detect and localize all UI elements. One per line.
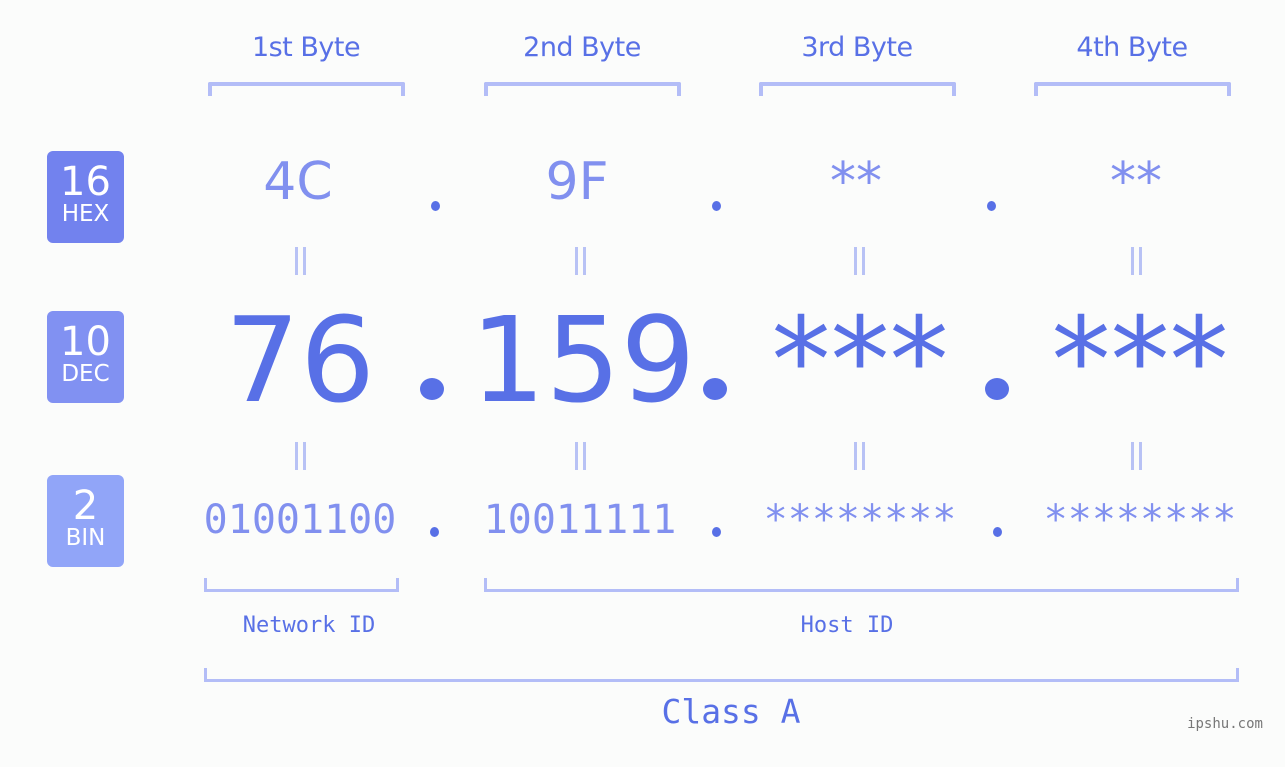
equals-icon (850, 442, 870, 470)
dec-byte-2: 159 (470, 291, 696, 429)
equals-icon (291, 442, 311, 470)
hex-byte-4: ** (1110, 152, 1162, 212)
bin-label: BIN (65, 525, 106, 551)
byte-header-1: 1st Byte (251, 32, 361, 63)
equals-icon (1127, 247, 1147, 275)
bin-byte-1: 01001100 (203, 497, 397, 543)
bin-badge: 2 BIN (47, 475, 124, 567)
equals-icon (1127, 442, 1147, 470)
equals-icon (571, 442, 591, 470)
byte-bracket-3 (759, 82, 956, 96)
class-bracket (204, 668, 1239, 682)
hex-base: 16 (60, 159, 111, 205)
byte-bracket-2 (484, 82, 681, 96)
bin-separator-3 (993, 527, 1002, 537)
hex-byte-2: 9F (545, 152, 609, 212)
equals-icon (291, 247, 311, 275)
bin-byte-2: 10011111 (483, 497, 677, 543)
dec-label: DEC (61, 361, 110, 387)
hex-separator-3 (987, 201, 996, 211)
network-id-label: Network ID (242, 613, 376, 638)
bin-byte-4: ******** (1043, 497, 1237, 543)
equals-icon (850, 247, 870, 275)
byte-bracket-1 (208, 82, 405, 96)
bin-separator-1 (430, 527, 439, 537)
dec-separator-3 (985, 378, 1009, 400)
byte-bracket-4 (1034, 82, 1231, 96)
host-id-bracket (484, 578, 1239, 592)
network-id-bracket (204, 578, 399, 592)
class-label: Class A (661, 692, 801, 731)
byte-header-4: 4th Byte (1076, 32, 1188, 63)
hex-separator-2 (712, 201, 721, 211)
dec-byte-1: 76 (224, 291, 376, 429)
hex-byte-3: ** (830, 152, 882, 212)
hex-separator-1 (431, 201, 440, 211)
bin-byte-3: ******** (763, 497, 957, 543)
bin-base: 2 (72, 483, 99, 529)
hex-byte-1: 4C (263, 152, 333, 212)
byte-header-2: 2nd Byte (523, 32, 641, 63)
equals-icon (571, 247, 591, 275)
dec-base: 10 (60, 319, 111, 365)
host-id-label: Host ID (800, 613, 894, 638)
dec-badge: 10 DEC (47, 311, 124, 403)
watermark: ipshu.com (1187, 716, 1263, 732)
hex-badge: 16 HEX (47, 151, 124, 243)
bin-separator-2 (712, 527, 721, 537)
dec-byte-4: *** (1051, 291, 1229, 429)
dec-separator-2 (703, 378, 727, 400)
hex-label: HEX (61, 201, 110, 227)
dec-separator-1 (420, 378, 444, 400)
byte-header-3: 3rd Byte (801, 32, 913, 63)
dec-byte-3: *** (771, 291, 949, 429)
